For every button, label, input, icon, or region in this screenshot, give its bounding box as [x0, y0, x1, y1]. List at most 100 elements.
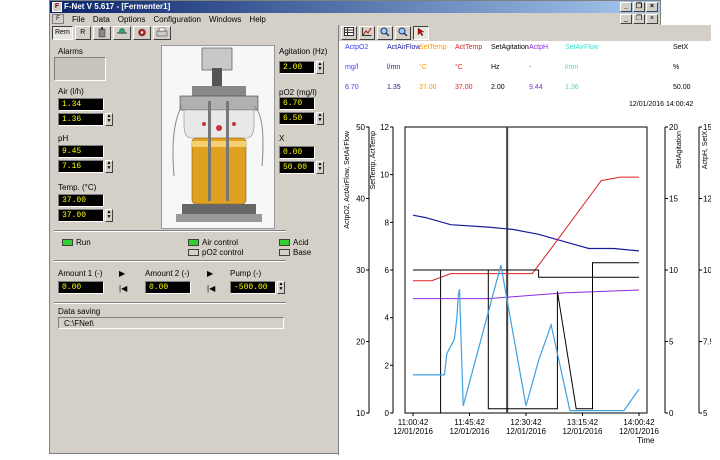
menu-windows[interactable]: Windows: [205, 15, 245, 24]
amount1-play-icon[interactable]: ▶: [119, 269, 125, 278]
window-title: F-Net V 5.617 - [Fermenter1]: [64, 2, 171, 11]
app-window: F F-Net V 5.617 - [Fermenter1] _ ❐ × F F…: [49, 0, 711, 455]
remote-button[interactable]: Rem: [52, 26, 73, 40]
close-button[interactable]: ×: [646, 2, 658, 12]
po2-setpoint-field[interactable]: 6.50: [279, 112, 315, 125]
axis-tick-label-0: 4: [385, 314, 390, 323]
axis-tick-label-3: 12.5: [703, 195, 711, 204]
readout-acttemp-value: 37.00: [455, 84, 473, 91]
fermenter-photo: [161, 45, 275, 229]
title-bar[interactable]: F F-Net V 5.617 - [Fermenter1] _ ❐ ×: [50, 1, 660, 13]
readout-acttemp-name: ActTemp: [455, 44, 483, 51]
x-setpoint-spinner[interactable]: ▲ ▼: [316, 161, 324, 174]
alarms-box: [54, 57, 106, 81]
pump-label: Pump (-): [230, 269, 262, 278]
readout-settemp-value: 37.00: [419, 84, 437, 91]
agitation-field[interactable]: 2.00: [279, 61, 315, 74]
axis-tick-label-0: 8: [385, 218, 390, 227]
x-axis-title: Time: [637, 436, 655, 445]
menu-configuration[interactable]: Configuration: [149, 15, 205, 24]
axis-tick-label-3: 7.5: [703, 338, 711, 347]
trend-chart[interactable]: 0 2 4 6 8 10 12 ActpO2, ActAirFlow, SetAirFlow 1…: [339, 121, 711, 451]
mdi-child-icon[interactable]: F: [52, 14, 64, 24]
readout-setairflow-name: SetAirFlow: [565, 44, 599, 51]
readout-setx-name: SetX: [673, 44, 689, 51]
separator: [54, 230, 286, 232]
acid-toggle[interactable]: Acid: [279, 238, 309, 247]
printer-icon[interactable]: [152, 26, 171, 40]
x-tick-time: 11:45:42: [454, 418, 485, 427]
data-saving-path-box[interactable]: C:\FNet\: [58, 317, 284, 329]
axis-tick-label-0: 10: [380, 171, 389, 180]
fermenter-icon[interactable]: [92, 26, 111, 40]
air-setpoint-field[interactable]: 1.36: [58, 113, 104, 126]
temp-setpoint-spinner[interactable]: ▲ ▼: [105, 209, 113, 222]
axis-tick-label-0: 0: [385, 409, 390, 418]
axis-tick-label-3: 10: [703, 266, 711, 275]
agitation-spinner[interactable]: ▲ ▼: [316, 61, 324, 74]
x-tick-time: 14:00:42: [623, 418, 655, 427]
axis-title-2: SetAgitation: [676, 131, 683, 169]
air-actual-display: 1.34: [58, 98, 104, 111]
air-control-label: Air control: [202, 238, 239, 247]
mdi-minimize-button[interactable]: _: [620, 14, 632, 24]
readout-setagitation-unit: Hz: [491, 64, 500, 71]
x-setpoint-field[interactable]: 50.00: [279, 161, 315, 174]
run-led-icon: [62, 239, 73, 246]
r-button[interactable]: R: [74, 26, 91, 40]
amount2-play-icon[interactable]: ▶: [207, 269, 213, 278]
agitation-label: Agitation (Hz): [279, 47, 328, 56]
menu-file[interactable]: File: [68, 15, 89, 24]
po2-label: pO2 (mg/l): [279, 88, 317, 97]
mdi-restore-button[interactable]: ❐: [633, 14, 645, 24]
temp-setpoint-field[interactable]: 37.00: [58, 209, 104, 222]
po2-control-toggle[interactable]: pO2 control: [188, 248, 243, 257]
separator: [54, 302, 286, 304]
axis-tick-label-1: 10: [356, 409, 365, 418]
cursor-icon[interactable]: [413, 26, 429, 40]
x-tick-date: 12/01/2016: [393, 427, 434, 436]
pump-field[interactable]: -500.00: [230, 281, 276, 294]
data-saving-label: Data saving: [58, 307, 101, 316]
axis-tick-label-0: 6: [385, 266, 390, 275]
axis-tick-label-0: 2: [385, 361, 390, 370]
app-icon[interactable]: F: [52, 2, 62, 12]
readout-actph-value: 9.44: [529, 84, 543, 91]
base-toggle[interactable]: Base: [279, 248, 311, 257]
chart-icon[interactable]: [359, 26, 375, 40]
valve-icon[interactable]: [112, 26, 131, 40]
acid-led-icon: [279, 239, 290, 246]
amount1-reset-icon[interactable]: |◀: [119, 284, 127, 293]
chart-panel: ActpO2 mg/l 6.70 ActAirFlow l/mn 1.35 SetTemp °…: [338, 25, 711, 455]
readout-timestamp: 12/01/2016 14:00:42: [629, 101, 694, 108]
air-control-toggle[interactable]: Air control: [188, 238, 238, 247]
menu-help[interactable]: Help: [245, 15, 269, 24]
base-led-icon: [279, 249, 290, 256]
amount2-display: 0.00: [145, 281, 191, 294]
menu-data[interactable]: Data: [89, 15, 114, 24]
settings-icon[interactable]: [132, 26, 151, 40]
mdi-close-button[interactable]: ×: [646, 14, 658, 24]
alarms-label: Alarms: [58, 47, 83, 56]
readout-setairflow-value: 1.36: [565, 84, 579, 91]
axis-tick-label-3: 15: [703, 123, 711, 132]
po2-setpoint-spinner[interactable]: ▲ ▼: [316, 112, 324, 125]
ph-setpoint-spinner[interactable]: ▲ ▼: [105, 160, 113, 173]
zoom-in-icon[interactable]: [377, 26, 393, 40]
run-label: Run: [76, 238, 91, 247]
run-toggle[interactable]: Run: [62, 238, 91, 247]
minimize-button[interactable]: _: [620, 2, 632, 12]
menu-options[interactable]: Options: [114, 15, 150, 24]
pump-spinner[interactable]: ▲ ▼: [277, 281, 285, 294]
amount2-reset-icon[interactable]: |◀: [207, 284, 215, 293]
table-icon[interactable]: [341, 26, 357, 40]
maximize-button[interactable]: ❐: [633, 2, 645, 12]
zoom-out-icon[interactable]: [395, 26, 411, 40]
ph-setpoint-field[interactable]: 7.16: [58, 160, 104, 173]
air-setpoint-spinner[interactable]: ▲ ▼: [105, 113, 113, 126]
axis-tick-label-1: 20: [356, 338, 365, 347]
axis-tick-label-2: 10: [669, 266, 678, 275]
readout-setx-value: 50.00: [673, 84, 691, 91]
readout-settemp-unit: °C: [419, 64, 427, 71]
x-tick-date: 12/01/2016: [619, 427, 660, 436]
